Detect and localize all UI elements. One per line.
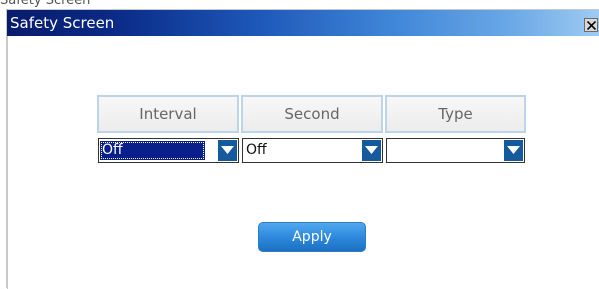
chevron-down-icon [365, 146, 378, 154]
type-header: Type [385, 95, 526, 133]
close-button[interactable] [584, 18, 598, 32]
type-select[interactable] [386, 138, 525, 163]
dialog-title: Safety Screen [10, 14, 115, 32]
second-select-value: Off [246, 142, 267, 158]
window-caption: Safety Screen [0, 0, 91, 8]
close-icon [587, 21, 596, 30]
interval-select[interactable]: Off [98, 138, 239, 163]
chevron-down-icon [507, 146, 520, 154]
type-dropdown-button[interactable] [504, 140, 523, 161]
second-select[interactable]: Off [242, 138, 383, 163]
interval-dropdown-button[interactable] [218, 140, 237, 161]
second-header: Second [241, 95, 383, 133]
dialog-border [7, 36, 8, 289]
second-dropdown-button[interactable] [362, 140, 381, 161]
interval-select-value: Off [100, 141, 205, 160]
apply-button[interactable]: Apply [258, 222, 366, 252]
interval-header: Interval [97, 95, 239, 133]
title-bar[interactable]: Safety Screen [7, 10, 599, 36]
chevron-down-icon [221, 146, 234, 154]
type-select-value [388, 141, 390, 160]
